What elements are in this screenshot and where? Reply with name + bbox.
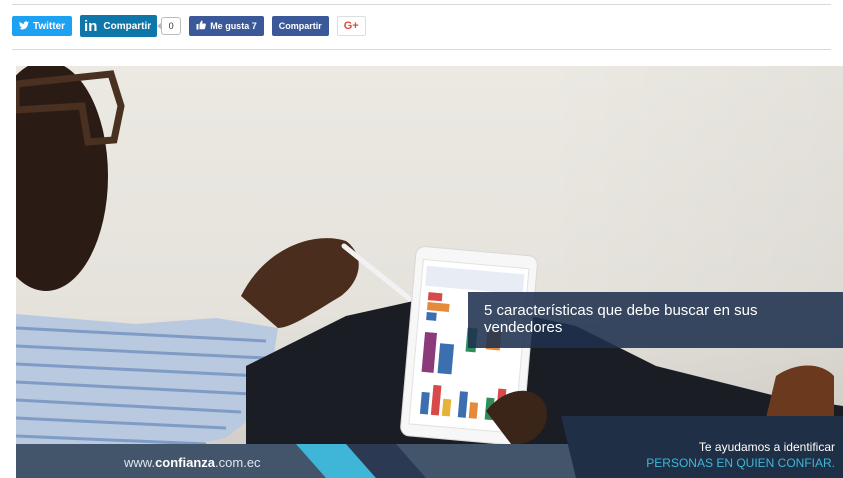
linkedin-label: Compartir [103,20,152,32]
googleplus-share-button[interactable]: G+ [336,16,366,36]
twitter-label: Twitter [33,20,66,32]
googleplus-label: G+ [343,20,359,32]
facebook-like-label: Me gusta 7 [210,21,257,31]
article-caption-banner: 5 características que debe buscar en sus… [468,292,843,348]
linkedin-share-button[interactable]: in Compartir [80,15,158,37]
brown-shoe [766,365,834,418]
facebook-like-button[interactable]: Me gusta 7 [189,16,264,36]
top-divider [12,4,831,5]
slogan-line-2: PERSONAS EN QUIEN CONFIAR. [646,456,835,470]
article-caption-text: 5 características que debe buscar en sus… [484,302,758,336]
website-url-brand: confianza [155,455,216,470]
thumbs-up-icon [196,20,207,32]
website-url-prefix: www. [124,455,156,470]
twitter-bird-icon [19,20,29,32]
thumbs-up-svg [196,20,207,30]
facebook-share-button[interactable]: Compartir [271,16,329,36]
right-hand [241,238,359,328]
linkedin-icon: in [84,17,98,35]
website-url-suffix: .com.ec [215,455,261,470]
linkedin-share-count: 0 [157,17,182,35]
website-url: www.confianza.com.ec [124,455,261,470]
social-share-bar: Twitter in Compartir 0 Me gusta 7 Compar… [12,14,366,38]
facebook-share-label: Compartir [278,21,322,31]
twitter-bird-svg [19,20,29,29]
article-hero-image: 5 características que debe buscar en sus… [16,66,843,478]
slogan-line-1: Te ayudamos a identificar [698,440,835,454]
man-head [16,66,108,291]
share-bar-divider [12,49,831,50]
twitter-share-button[interactable]: Twitter [12,16,73,36]
